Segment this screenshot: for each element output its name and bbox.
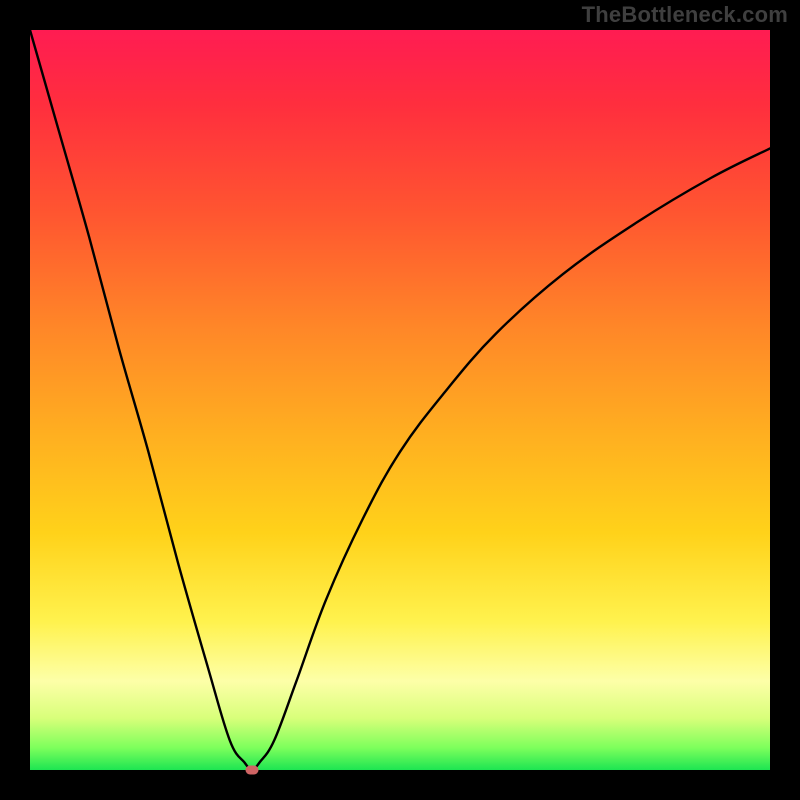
- minimum-marker: [246, 766, 259, 775]
- watermark-text: TheBottleneck.com: [582, 2, 788, 28]
- bottleneck-curve: [30, 30, 770, 770]
- plot-area: [30, 30, 770, 770]
- chart-frame: TheBottleneck.com: [0, 0, 800, 800]
